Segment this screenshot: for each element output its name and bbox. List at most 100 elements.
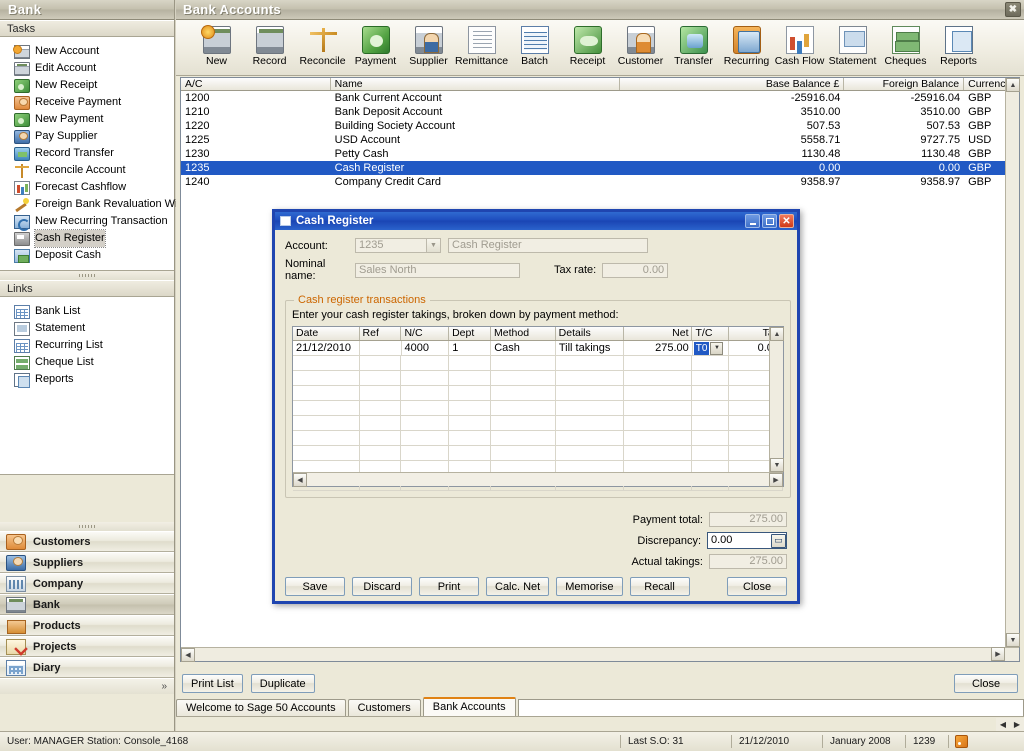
table-row[interactable]: 1225 USD Account 5558.71 9727.75 USD [181,133,1019,147]
module-button-company[interactable]: Company [0,573,174,594]
scroll-left-icon[interactable]: ◀ [181,648,195,662]
module-button-suppliers[interactable]: Suppliers [0,552,174,573]
toolbar-button-new[interactable]: New [190,24,243,67]
print-list-button[interactable]: Print List [182,674,243,693]
tx-scroll-right-icon[interactable]: ▶ [769,473,783,487]
task-item-forecast-cashflow[interactable]: Forecast Cashflow [0,179,174,196]
table-row[interactable]: 1240 Company Credit Card 9358.97 9358.97 GBP [181,175,1019,189]
toolbar-button-reports[interactable]: Reports [932,24,985,67]
toolbar-button-recurring[interactable]: Recurring [720,24,773,67]
table-row[interactable]: 1235 Cash Register 0.00 0.00 GBP [181,161,1019,175]
scroll-right-icon[interactable]: ▶ [991,647,1005,661]
toolbar-button-statement[interactable]: Statement [826,24,879,67]
task-item-edit-account[interactable]: Edit Account [0,60,174,77]
discrepancy-input[interactable]: 0.00 [708,533,769,548]
module-button-products[interactable]: Products [0,615,174,636]
sidebar-splitter-1[interactable] [0,271,174,280]
tx-row-empty[interactable] [293,356,783,371]
grid-vertical-scrollbar[interactable]: ▲ ▼ [1005,78,1020,647]
memorise-button[interactable]: Memorise [556,577,623,596]
tx-scroll-up-icon[interactable]: ▲ [770,327,784,341]
calc-net-button[interactable]: Calc. Net [486,577,550,596]
toolbar-button-reconcile[interactable]: Reconcile [296,24,349,67]
link-item-recurring-list[interactable]: Recurring List [0,337,174,354]
grid-horizontal-scrollbar[interactable]: ◀ ▶ [181,647,1019,662]
scroll-down-icon[interactable]: ▼ [1006,633,1020,647]
tx-column-header-method[interactable]: Method [491,327,556,340]
transactions-vertical-scrollbar[interactable]: ▲ ▼ [769,327,784,472]
column-header-foreign-balance[interactable]: Foreign Balance [844,78,965,90]
maximize-button[interactable] [762,214,777,228]
tx-column-header-t-c[interactable]: T/C [692,327,729,340]
toolbar-button-payment[interactable]: Payment [349,24,402,67]
task-item-foreign-bank-revaluation-wizard[interactable]: Foreign Bank Revaluation Wizard [0,196,199,213]
tx-column-header-date[interactable]: Date [293,327,360,340]
tx-column-header-dept[interactable]: Dept [449,327,492,340]
link-item-bank-list[interactable]: Bank List [0,303,174,320]
toolbar-button-batch[interactable]: Batch [508,24,561,67]
module-button-bank[interactable]: Bank [0,594,174,615]
column-header-base-balance-[interactable]: Base Balance £ [620,78,845,90]
module-button-diary[interactable]: Diary [0,657,174,678]
task-item-new-recurring-transaction[interactable]: New Recurring Transaction [0,213,174,231]
save-button[interactable]: Save [285,577,345,596]
toolbar-button-cheques[interactable]: Cheques [879,24,932,67]
discard-button[interactable]: Discard [352,577,412,596]
link-item-cheque-list[interactable]: Cheque List [0,354,174,371]
tabs-scroll-right-icon[interactable]: ▶ [1010,718,1024,731]
dialog-close-action-button[interactable]: Close [727,577,787,596]
tx-scroll-down-icon[interactable]: ▼ [770,458,784,472]
toolbar-button-customer[interactable]: Customer [614,24,667,67]
tabs-scroll-left-icon[interactable]: ◀ [996,718,1010,731]
tx-scroll-left-icon[interactable]: ◀ [293,473,307,487]
table-row[interactable]: 1220 Building Society Account 507.53 507.53… [181,119,1019,133]
table-row[interactable]: 1200 Bank Current Account -25916.04 -25916.… [181,91,1019,105]
dialog-title-bar[interactable]: Cash Register ✕ [275,212,797,230]
module-button-projects[interactable]: Projects [0,636,174,657]
tx-row-empty[interactable] [293,401,783,416]
scroll-up-icon[interactable]: ▲ [1006,78,1020,92]
tx-row-empty[interactable] [293,386,783,401]
task-item-deposit-cash[interactable]: Deposit Cash [0,247,174,264]
task-item-receive-payment[interactable]: Receive Payment [0,94,174,111]
task-item-pay-supplier[interactable]: Pay Supplier [0,128,174,145]
calculator-icon[interactable]: ▭ [771,533,786,548]
print-button[interactable]: Print [419,577,479,596]
toolbar-button-supplier[interactable]: Supplier [402,24,455,67]
task-item-new-receipt[interactable]: New Receipt [0,77,174,94]
close-button[interactable]: Close [954,674,1018,693]
tx-row-empty[interactable] [293,371,783,386]
tab-customers[interactable]: Customers [347,699,421,716]
link-item-reports[interactable]: Reports [0,371,174,388]
table-row[interactable]: 1230 Petty Cash 1130.48 1130.48 GBP [181,147,1019,161]
tx-row-empty[interactable] [293,446,783,461]
toolbar-button-receipt[interactable]: Receipt [561,24,614,67]
tx-column-header-n-c[interactable]: N/C [401,327,450,340]
tx-row[interactable]: 21/12/2010 4000 1 Cash Till takings 275.00 T0 ▼… [293,341,784,356]
transactions-horizontal-scrollbar[interactable]: ◀ ▶ [293,472,783,487]
tx-column-header-details[interactable]: Details [556,327,625,340]
duplicate-button[interactable]: Duplicate [250,674,315,693]
task-item-new-payment[interactable]: New Payment [0,111,174,128]
minimize-button[interactable] [745,214,760,228]
column-header-a-c[interactable]: A/C [181,78,331,90]
tab-bank-accounts[interactable]: Bank Accounts [422,697,516,716]
toolbar-button-remittance[interactable]: Remittance [455,24,508,67]
tx-row-empty[interactable] [293,416,783,431]
tx-cell-tax-code[interactable]: T0 ▼ [693,341,729,355]
task-item-reconcile-account[interactable]: Reconcile Account [0,162,174,179]
account-code-combo[interactable]: 1235 ▼ [355,238,441,253]
tx-column-header-net[interactable]: Net [624,327,693,340]
dialog-close-button[interactable]: ✕ [779,214,794,228]
chevron-down-icon[interactable]: ▼ [710,342,724,355]
task-item-new-account[interactable]: New Account [0,43,174,60]
table-row[interactable]: 1210 Bank Deposit Account 3510.00 3510.00 GB… [181,105,1019,119]
toolbar-button-record[interactable]: Record [243,24,296,67]
tx-column-header-ref[interactable]: Ref [360,327,402,340]
link-item-statement[interactable]: Statement [0,320,174,337]
tab-welcome-to-sage-50-accounts[interactable]: Welcome to Sage 50 Accounts [176,699,346,716]
toolbar-button-cash-flow[interactable]: Cash Flow [773,24,826,67]
close-icon[interactable]: ✖ [1005,2,1021,17]
column-header-name[interactable]: Name [331,78,620,90]
chevron-down-icon[interactable]: ▼ [427,238,441,253]
